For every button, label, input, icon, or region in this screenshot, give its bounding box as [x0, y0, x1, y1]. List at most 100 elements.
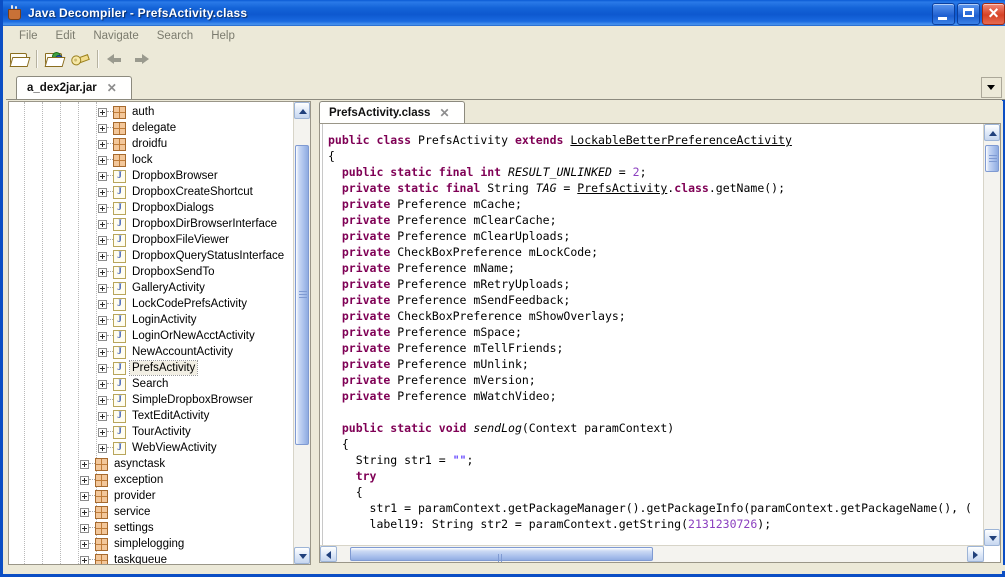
tree-item-label: auth: [132, 106, 155, 118]
code-scroll-left-button[interactable]: [320, 546, 337, 562]
code-gutter-line: [322, 124, 323, 546]
code-scroll-right-button[interactable]: [967, 546, 984, 562]
tree-expander-plus-icon[interactable]: [80, 555, 89, 564]
source-tab-close-icon[interactable]: ✕: [439, 107, 449, 119]
tree-item-galleryactivity[interactable]: GalleryActivity: [9, 280, 296, 296]
tree-item-loginactivity[interactable]: LoginActivity: [9, 312, 296, 328]
tree-item-dropboxsendto[interactable]: DropboxSendTo: [9, 264, 296, 280]
tree-item-auth[interactable]: auth: [9, 104, 296, 120]
tree-item-droidfu[interactable]: droidfu: [9, 136, 296, 152]
tree-item-lockcodeprefsactivity[interactable]: LockCodePrefsActivity: [9, 296, 296, 312]
minimize-button[interactable]: [932, 3, 955, 25]
menu-file[interactable]: File: [10, 28, 47, 44]
tree-expander-plus-icon[interactable]: [98, 107, 107, 117]
tree-expander-plus-icon[interactable]: [80, 475, 89, 485]
tree-item-simplelogging[interactable]: simplelogging: [9, 536, 296, 552]
tree-scroll-down-button[interactable]: [294, 547, 310, 564]
tree-expander-plus-icon[interactable]: [98, 283, 107, 293]
tree-item-webviewactivity[interactable]: WebViewActivity: [9, 440, 296, 456]
java-class-icon: [113, 201, 126, 215]
jar-tab-overflow-button[interactable]: [981, 77, 1002, 98]
tree-expander-plus-icon[interactable]: [98, 155, 107, 165]
tree-item-label: NewAccountActivity: [132, 346, 233, 358]
tree-item-simpledropboxbrowser[interactable]: SimpleDropboxBrowser: [9, 392, 296, 408]
tree-item-texteditactivity[interactable]: TextEditActivity: [9, 408, 296, 424]
tree-expander-plus-icon[interactable]: [98, 363, 107, 373]
tree-expander-plus-icon[interactable]: [98, 251, 107, 261]
source-code-viewport[interactable]: public class PrefsActivity extends Locka…: [320, 124, 984, 546]
tree-item-delegate[interactable]: delegate: [9, 120, 296, 136]
open-file-button[interactable]: [7, 48, 31, 70]
tree-expander-plus-icon[interactable]: [80, 459, 89, 469]
tree-expander-plus-icon[interactable]: [98, 139, 107, 149]
code-horizontal-scrollbar[interactable]: [320, 545, 984, 562]
package-icon: [95, 489, 108, 503]
tree-expander-plus-icon[interactable]: [98, 235, 107, 245]
package-icon: [95, 537, 108, 551]
jar-tab-close-icon[interactable]: ✕: [107, 82, 117, 94]
menu-search[interactable]: Search: [148, 28, 202, 44]
tree-expander-plus-icon[interactable]: [80, 539, 89, 549]
tree-item-dropboxfileviewer[interactable]: DropboxFileViewer: [9, 232, 296, 248]
tree-scroll-up-button[interactable]: [294, 102, 310, 119]
menu-navigate[interactable]: Navigate: [84, 28, 147, 44]
tree-item-loginornewacctactivity[interactable]: LoginOrNewAcctActivity: [9, 328, 296, 344]
tree-item-dropboxbrowser[interactable]: DropboxBrowser: [9, 168, 296, 184]
tree-expander-plus-icon[interactable]: [98, 411, 107, 421]
code-hscrollbar-thumb[interactable]: [350, 547, 653, 562]
tree-item-newaccountactivity[interactable]: NewAccountActivity: [9, 344, 296, 360]
tree-expander-plus-icon[interactable]: [98, 315, 107, 325]
tree-expander-plus-icon[interactable]: [98, 427, 107, 437]
forward-button[interactable]: [129, 48, 153, 70]
open-type-button[interactable]: [42, 48, 66, 70]
code-scroll-up-button[interactable]: [984, 124, 1000, 141]
tree-expander-plus-icon[interactable]: [98, 187, 107, 197]
tree-expander-plus-icon[interactable]: [98, 443, 107, 453]
tree-expander-plus-icon[interactable]: [98, 299, 107, 309]
tree-expander-plus-icon[interactable]: [98, 219, 107, 229]
tree-item-prefsactivity[interactable]: PrefsActivity: [9, 360, 296, 376]
tree-item-asynctask[interactable]: asynctask: [9, 456, 296, 472]
tree-item-dropboxquerystatusinterface[interactable]: DropboxQueryStatusInterface: [9, 248, 296, 264]
tree-expander-plus-icon[interactable]: [80, 491, 89, 501]
toolbar-separator-1: [36, 50, 37, 68]
tree-expander-plus-icon[interactable]: [98, 379, 107, 389]
close-button[interactable]: [982, 1, 1005, 25]
code-vertical-scrollbar[interactable]: [983, 124, 1000, 546]
tree-expander-plus-icon[interactable]: [98, 267, 107, 277]
forward-arrow-icon: [133, 54, 149, 65]
tree-expander-plus-icon[interactable]: [98, 123, 107, 133]
menu-help[interactable]: Help: [202, 28, 244, 44]
tree-item-exception[interactable]: exception: [9, 472, 296, 488]
tree-scrollbar-thumb[interactable]: [295, 145, 309, 445]
package-tree[interactable]: auth delegate droidfu lock DropboxBrowser Dro…: [9, 102, 296, 564]
tree-expander-plus-icon[interactable]: [98, 331, 107, 341]
tree-item-service[interactable]: service: [9, 504, 296, 520]
preferences-button[interactable]: [68, 48, 92, 70]
tree-item-taskqueue[interactable]: taskqueue: [9, 552, 296, 564]
maximize-button[interactable]: [957, 3, 980, 25]
back-button[interactable]: [103, 48, 127, 70]
tree-expander-plus-icon[interactable]: [80, 523, 89, 533]
tree-item-dropboxdialogs[interactable]: DropboxDialogs: [9, 200, 296, 216]
tree-item-search[interactable]: Search: [9, 376, 296, 392]
tree-item-settings[interactable]: settings: [9, 520, 296, 536]
tree-expander-plus-icon[interactable]: [98, 171, 107, 181]
tree-expander-plus-icon[interactable]: [98, 347, 107, 357]
tree-item-provider[interactable]: provider: [9, 488, 296, 504]
jar-tab-a-dex2jar[interactable]: a_dex2jar.jar ✕: [16, 76, 132, 99]
tree-expander-plus-icon[interactable]: [98, 203, 107, 213]
tree-expander-plus-icon[interactable]: [80, 507, 89, 517]
code-scrollbar-thumb[interactable]: [985, 145, 999, 172]
tree-vertical-scrollbar[interactable]: [293, 102, 310, 564]
tree-item-lock[interactable]: lock: [9, 152, 296, 168]
tree-item-dropboxdirbrowserinterface[interactable]: DropboxDirBrowserInterface: [9, 216, 296, 232]
tree-expander-plus-icon[interactable]: [98, 395, 107, 405]
tree-item-dropboxcreateshortcut[interactable]: DropboxCreateShortcut: [9, 184, 296, 200]
tree-item-touractivity[interactable]: TourActivity: [9, 424, 296, 440]
menu-edit[interactable]: Edit: [47, 28, 85, 44]
code-scroll-down-button[interactable]: [984, 529, 1000, 546]
source-tab-prefsactivity[interactable]: PrefsActivity.class ✕: [319, 101, 465, 123]
